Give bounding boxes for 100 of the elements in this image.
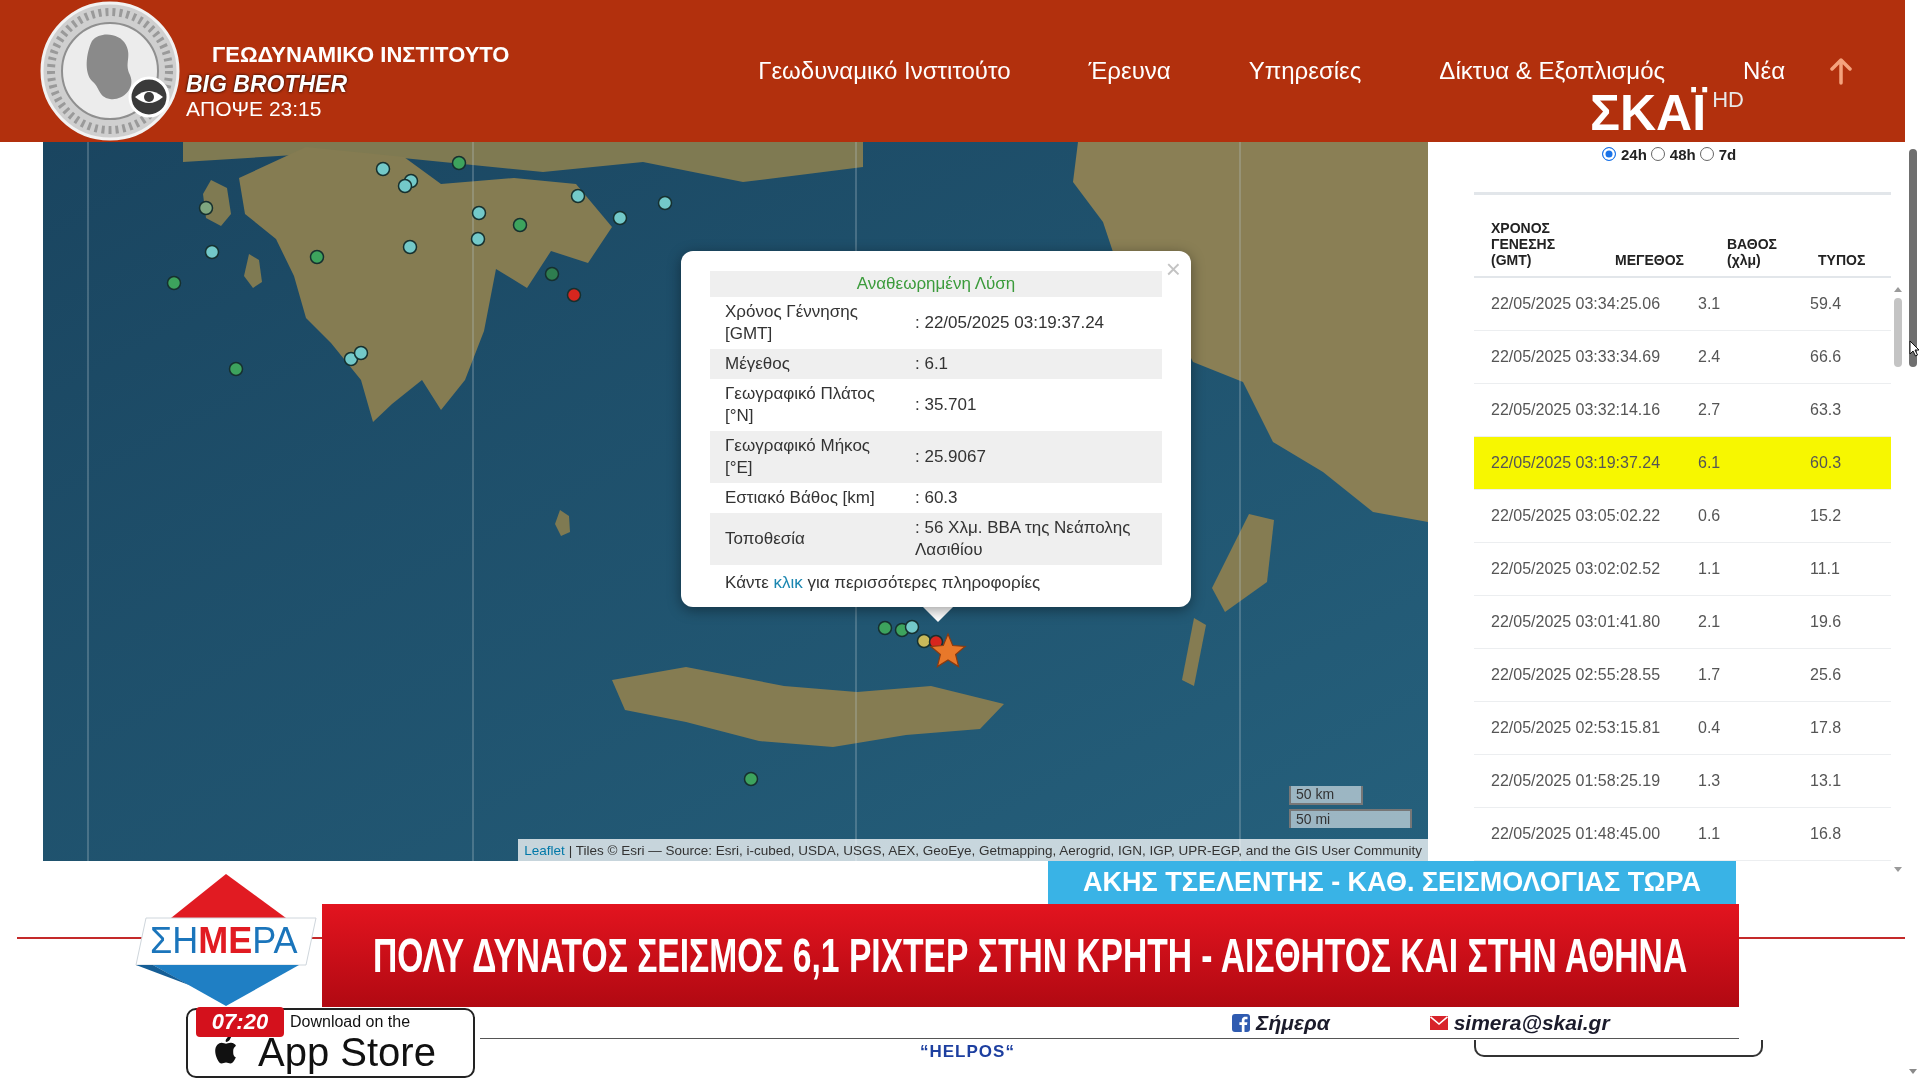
field-value: : 6.1 (915, 349, 1162, 379)
table-cell-text: 22/05/2025 03:33:34.69 (1490, 348, 1661, 366)
table-row[interactable]: 22/05/2025 03:01:41.80 2.1 19.6 (1474, 596, 1891, 649)
table-cell-text: 3.1 (1697, 295, 1721, 313)
earthquake-marker[interactable] (566, 287, 582, 303)
earthquake-marker[interactable] (916, 633, 932, 649)
radio-label[interactable]: 7d (1718, 145, 1737, 163)
earthquake-marker[interactable] (166, 275, 182, 291)
field-label: Εστιακό Βάθος [km] (724, 487, 876, 509)
nav-link[interactable]: Νέα (1743, 57, 1785, 85)
field-value: : 35.701 (915, 394, 978, 416)
table-row[interactable]: 22/05/2025 02:53:15.81 0.4 17.8 (1474, 702, 1891, 755)
table-cell-text: 1.1 (1697, 560, 1721, 578)
field-value: : 56 Χλμ. ΒΒΑ της Νεάπολης Λασιθίου (915, 513, 1162, 565)
field-label: Μέγεθος (710, 349, 915, 379)
nav-link[interactable]: Υπηρεσίες (1248, 57, 1362, 85)
table-cell-text: 59.4 (1809, 295, 1842, 313)
helpos-link[interactable]: “HELPOS“ (920, 1042, 1015, 1062)
island (244, 254, 262, 288)
field-label: Γεωγραφικό Πλάτος [°N] (724, 383, 876, 427)
earthquake-marker[interactable] (353, 345, 369, 361)
column-header: ΒΑΘΟΣ (χλμ) (1727, 236, 1779, 268)
radio-label[interactable]: 24h (1621, 145, 1647, 163)
table-cell-text: 63.3 (1809, 401, 1842, 419)
earthquake-marker[interactable] (570, 188, 586, 204)
earthquake-marker[interactable] (470, 231, 486, 247)
table-cell-text: 1.7 (1697, 666, 1721, 684)
earthquake-marker[interactable] (309, 249, 325, 265)
earthquake-marker[interactable] (743, 771, 759, 787)
earthquake-marker[interactable] (657, 195, 673, 211)
table-cell-text: 22/05/2025 03:19:37.24 (1490, 454, 1661, 472)
radio-button[interactable] (1602, 147, 1616, 161)
table-row[interactable]: 22/05/2025 01:58:25.19 1.3 13.1 (1474, 755, 1891, 808)
table-cell-text: 2.1 (1697, 613, 1721, 631)
island (1182, 618, 1206, 686)
more-info-link[interactable]: κλικ (773, 573, 803, 592)
table-cell-text: 2.7 (1697, 401, 1721, 419)
earthquake-marker[interactable] (402, 239, 418, 255)
earthquake-marker[interactable] (343, 351, 359, 367)
scroll-up-icon[interactable] (1894, 287, 1902, 292)
earthquake-marker[interactable] (451, 155, 467, 171)
table-cell-text: 22/05/2025 02:53:15.81 (1490, 719, 1661, 737)
radio-label[interactable]: 48h (1669, 145, 1696, 163)
earthquake-marker[interactable] (375, 161, 391, 177)
table-cell-text: 22/05/2025 03:02:02.52 (1490, 560, 1661, 578)
earthquake-marker[interactable] (877, 620, 893, 636)
table-cell-text: 0.6 (1697, 507, 1721, 525)
up-arrow-icon[interactable] (1830, 57, 1852, 85)
earthquake-marker[interactable] (471, 205, 487, 221)
field-label: Τοποθεσία (710, 513, 915, 565)
earthquake-marker[interactable] (904, 619, 920, 635)
attribution-text: | Tiles © Esri — Source: Esri, i-cubed, USDA, USGS, AEX, GeoEye, Getmapping, Aerogrid, IGN, IGP, UPR-EGP, and the GIS User Community (568, 842, 1422, 858)
table-cell-text: 1.3 (1697, 772, 1721, 790)
table-cell-text: 22/05/2025 03:32:14.16 (1490, 401, 1661, 419)
radio-button[interactable] (1650, 147, 1665, 161)
earthquake-marker[interactable] (544, 266, 560, 282)
table-cell-text: 22/05/2025 03:34:25.06 (1490, 295, 1661, 313)
more-info-text: Κάντε κλικ για περισσότερες πληροφορίες (724, 572, 1042, 594)
scroll-down-icon[interactable] (1908, 1069, 1917, 1074)
table-cell-text: 66.6 (1809, 348, 1842, 366)
table-cell-text: 19.6 (1809, 613, 1842, 631)
earthquake-marker[interactable] (228, 361, 244, 377)
table-cell-text: 6.1 (1697, 454, 1721, 472)
field-value: : 60.3 (915, 487, 959, 509)
table-cell-text: 22/05/2025 02:55:28.55 (1490, 666, 1661, 684)
envelope-icon (1429, 1016, 1448, 1030)
nav-link[interactable]: Έρευνα (1088, 57, 1171, 85)
nav-link[interactable]: Δίκτυα & Εξοπλισμός (1439, 57, 1666, 85)
table-row[interactable]: 22/05/2025 03:34:25.06 3.1 59.4 (1474, 278, 1891, 331)
scrollbar-thumb[interactable] (1894, 298, 1902, 367)
earthquake-marker[interactable] (512, 217, 528, 233)
site-title[interactable]: ΓΕΩΔΥΝΑΜΙΚΟ ΙΝΣΤΙΤΟΥΤΟ (212, 42, 510, 68)
table-cell-text: 22/05/2025 01:58:25.19 (1490, 772, 1661, 790)
earthquake-marker[interactable] (397, 178, 413, 194)
column-header: ΜΕΓΕΘΟΣ (1615, 252, 1684, 268)
earthquake-marker[interactable] (198, 200, 214, 216)
table-row[interactable]: 22/05/2025 03:33:34.69 2.4 66.6 (1474, 331, 1891, 384)
show-title: BIG BROTHER (186, 72, 347, 97)
earthquake-marker[interactable] (204, 244, 220, 260)
scale-bar: 50 mi (1289, 809, 1412, 828)
field-label: Χρόνος Γέννησης [GMT] (724, 301, 859, 345)
table-row[interactable]: 22/05/2025 03:05:02.22 0.6 15.2 (1474, 490, 1891, 543)
page-scrollbar-thumb[interactable] (1908, 149, 1917, 367)
nav-link[interactable]: Γεωδυναμικό Ινστιτούτο (758, 57, 1011, 85)
channel-logo: ΣΚΑΪ (1590, 88, 1707, 138)
table-cell-text: 22/05/2025 01:48:45.00 (1490, 825, 1661, 843)
earthquake-marker[interactable] (612, 210, 628, 226)
scroll-down-icon[interactable] (1894, 867, 1902, 872)
table-row[interactable]: 22/05/2025 03:19:37.24 6.1 60.3 (1474, 437, 1891, 490)
table-cell-text: 22/05/2025 03:05:02.22 (1490, 507, 1661, 525)
table-cell-text: 11.1 (1809, 560, 1840, 578)
table-cell-text: 13.1 (1809, 772, 1842, 790)
star-marker[interactable] (929, 632, 967, 668)
field-value: : 25.9067 (915, 431, 1162, 483)
table-cell-text: 60.3 (1809, 454, 1842, 472)
column-header: ΤΥΠΟΣ (1818, 252, 1866, 268)
table-row[interactable]: 22/05/2025 02:55:28.55 1.7 25.6 (1474, 649, 1891, 702)
table-row[interactable]: 22/05/2025 03:02:02.52 1.1 11.1 (1474, 543, 1891, 596)
radio-button[interactable] (1699, 147, 1714, 161)
institute-logo[interactable] (40, 1, 180, 141)
